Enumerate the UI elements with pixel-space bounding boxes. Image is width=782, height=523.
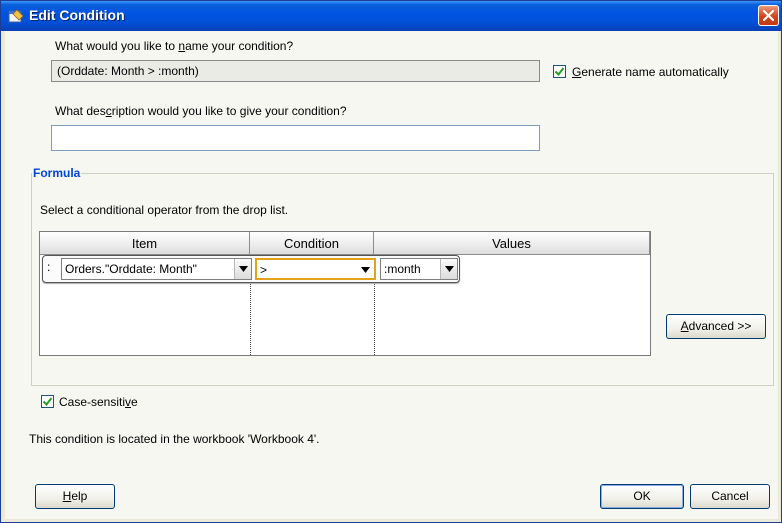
formula-instruction: Select a conditional operator from the d… bbox=[40, 203, 289, 217]
item-dropdown-button[interactable] bbox=[234, 259, 251, 279]
condition-dropdown-value: > bbox=[260, 263, 268, 277]
column-header-values[interactable]: Values bbox=[374, 232, 650, 255]
location-text: This condition is located in the workboo… bbox=[29, 432, 320, 446]
item-dropdown-value: Orders."Orddate: Month" bbox=[65, 262, 197, 276]
value-dropdown[interactable]: :month bbox=[380, 258, 458, 280]
check-icon bbox=[43, 397, 52, 406]
description-input[interactable] bbox=[51, 125, 540, 151]
item-dropdown[interactable]: Orders."Orddate: Month" bbox=[61, 258, 252, 280]
cancel-button[interactable]: Cancel bbox=[690, 484, 770, 509]
condition-dropdown[interactable]: > bbox=[255, 258, 376, 280]
chevron-down-icon bbox=[239, 266, 248, 272]
value-dropdown-button[interactable] bbox=[440, 259, 457, 279]
formula-legend: Formula bbox=[32, 166, 82, 180]
condition-name-field: (Orddate: Month > :month) bbox=[51, 60, 540, 82]
value-dropdown-value: :month bbox=[384, 262, 421, 276]
row-handle[interactable]: : bbox=[47, 260, 50, 274]
case-sensitive-label[interactable]: Case-sensitive bbox=[59, 395, 138, 409]
description-question-label: What description would you like to give … bbox=[55, 104, 347, 118]
advanced-button[interactable]: Advanced >> bbox=[666, 314, 766, 339]
condition-dropdown-button[interactable] bbox=[357, 260, 374, 278]
case-sensitive-checkbox[interactable] bbox=[41, 395, 54, 408]
column-header-item[interactable]: Item bbox=[40, 232, 250, 255]
chevron-down-icon bbox=[445, 266, 454, 272]
column-header-condition[interactable]: Condition bbox=[250, 232, 374, 255]
close-icon bbox=[763, 10, 774, 21]
dialog-title: Edit Condition bbox=[29, 7, 125, 23]
check-icon bbox=[555, 67, 564, 76]
edit-condition-dialog: Edit Condition What would you like to na… bbox=[0, 0, 782, 523]
condition-grid: Item Condition Values bbox=[39, 231, 651, 356]
ok-button[interactable]: OK bbox=[600, 484, 684, 509]
close-button[interactable] bbox=[758, 5, 779, 26]
title-bar[interactable]: Edit Condition bbox=[1, 1, 781, 31]
condition-name-value: (Orddate: Month > :month) bbox=[57, 64, 199, 78]
help-button[interactable]: Help bbox=[35, 484, 115, 509]
generate-name-label[interactable]: Generate name automatically bbox=[572, 65, 729, 79]
dialog-icon bbox=[8, 8, 24, 24]
name-question-label: What would you like to name your conditi… bbox=[55, 39, 294, 53]
chevron-down-icon bbox=[361, 267, 370, 273]
generate-name-checkbox[interactable] bbox=[553, 65, 566, 78]
